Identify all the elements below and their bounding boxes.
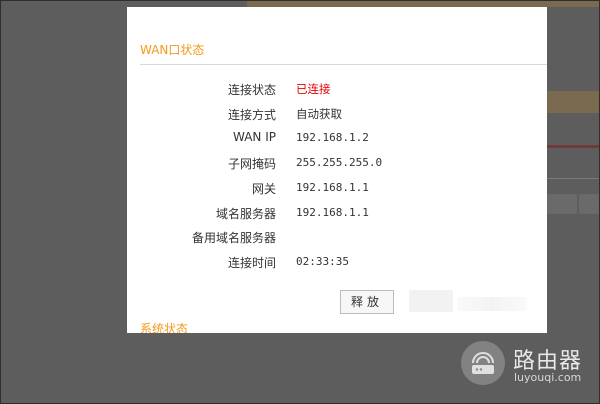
connection-status-value: 已连接 <box>296 82 331 96</box>
row-label: 网关 <box>251 182 276 196</box>
row-label: 备用域名服务器 <box>191 231 276 245</box>
background-field-fragment <box>579 194 599 214</box>
row-label: 连接方式 <box>227 108 276 122</box>
page-overlay: WAN口状态 连接状态 已连接连接方式 自动获取 WAN IP 192.168.1.2 子… <box>0 0 600 404</box>
watermark: 路由器 luyouqi.com <box>461 341 591 389</box>
background-divider-red <box>547 145 599 148</box>
wan-status-dialog: WAN口状态 连接状态 已连接连接方式 自动获取 WAN IP 192.168.1.2 子… <box>127 7 547 333</box>
blurred-content <box>457 297 527 311</box>
row-label: 域名服务器 <box>215 207 276 221</box>
router-icon <box>461 341 505 385</box>
row-value: 192.168.1.1 <box>296 181 369 194</box>
background-button-fragment <box>547 91 599 113</box>
row-value: 255.255.255.0 <box>296 156 383 169</box>
release-button[interactable]: 释放 <box>340 290 394 314</box>
wan-status-title: WAN口状态 <box>140 43 205 57</box>
title-divider <box>140 64 547 65</box>
watermark-domain: luyouqi.com <box>514 371 582 384</box>
row-value: 192.168.1.2 <box>296 131 369 144</box>
system-status-title: 系统状态 <box>140 322 189 333</box>
row-value: 02:33:35 <box>296 255 349 268</box>
row-label: 连接状态 <box>227 83 276 97</box>
row-label: 连接时间 <box>227 256 276 270</box>
background-field-fragment <box>547 194 577 214</box>
row-value: 192.168.1.1 <box>296 206 369 219</box>
background-divider <box>547 178 599 179</box>
row-value: 自动获取 <box>296 107 342 121</box>
row-label: 子网掩码 <box>227 157 276 171</box>
row-label: WAN IP <box>233 130 276 144</box>
renew-button-blurred[interactable] <box>409 290 453 312</box>
